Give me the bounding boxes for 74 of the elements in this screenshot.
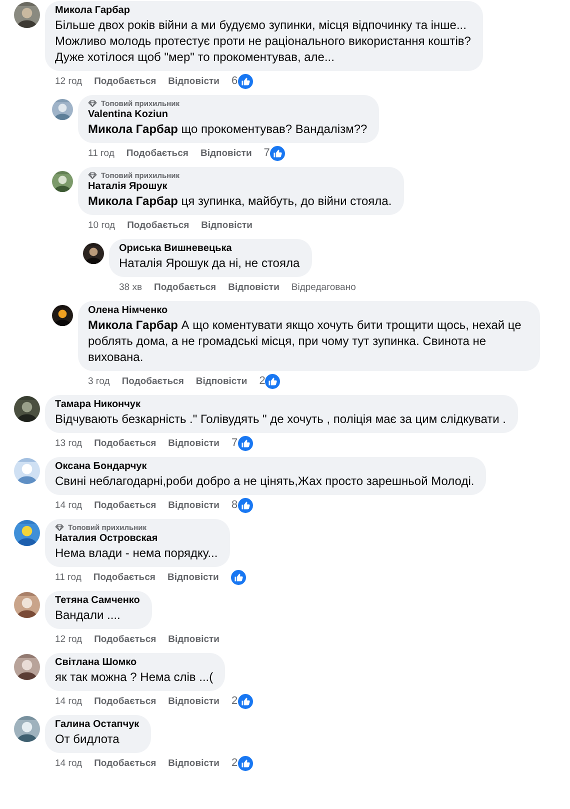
comment-time[interactable]: 14 год xyxy=(55,758,82,768)
like-link[interactable]: Подобається xyxy=(126,148,188,158)
reply-link[interactable]: Відповісти xyxy=(168,500,220,510)
comment-text: як так можна ? Нема слів ...( xyxy=(55,669,214,685)
reaction-count[interactable]: 2 xyxy=(231,757,238,769)
comment-time[interactable]: 12 год xyxy=(55,76,82,86)
comment-time[interactable]: 10 год xyxy=(88,220,116,230)
reaction-count[interactable]: 8 xyxy=(231,499,238,511)
thumbs-up-icon[interactable] xyxy=(238,74,253,88)
comment-time[interactable]: 11 год xyxy=(88,148,114,158)
author-name[interactable]: Олена Німченко xyxy=(88,305,528,316)
comment-text: Микола Гарбар А що коментувати якщо хочуть бити трощити щось, нехай це роблять дома, а не громадські місця, при чому тут зупинка. Свинота не вихована. xyxy=(88,317,522,365)
reply-link[interactable]: Відповісти xyxy=(168,634,220,644)
diamond-icon xyxy=(88,172,97,179)
thumbs-up-icon[interactable] xyxy=(238,756,253,770)
comment-time[interactable]: 12 год xyxy=(55,634,82,644)
comment-text: Більше двох років війни а ми будуємо зупинки, місця відпочинку та інше... Можливо молодь протестує проти не раціонального використання коштів? Дуже хотілося щоб "мер" то прокоментував, але... xyxy=(55,17,471,65)
comment-text: Вандали .... xyxy=(55,607,122,623)
comment-text: Свині неблагодарні,роби добро а не цінять,Жах просто зарешньой Молоді. xyxy=(55,473,474,489)
thumbs-up-icon[interactable] xyxy=(265,374,280,388)
comment-text: Микола Гарбар ця зупинка, майбуть, до війни стояла. xyxy=(88,193,392,209)
author-name[interactable]: Наталия Островская xyxy=(55,533,218,544)
reply-link[interactable]: Відповісти xyxy=(168,76,220,86)
like-link[interactable]: Подобається xyxy=(94,438,156,448)
like-link[interactable]: Подобається xyxy=(94,76,156,86)
comment-time[interactable]: 3 год xyxy=(88,376,110,386)
reaction-count[interactable]: 7 xyxy=(264,147,270,159)
comment-text: Відчувають безкарність ." Голівудять " де хочуть , поліція має за цим слідкувати . xyxy=(55,411,506,427)
comment-time[interactable]: 38 хв xyxy=(119,282,142,292)
author-name[interactable]: Галина Остапчук xyxy=(55,719,140,730)
comment-text: Нема влади - нема порядку... xyxy=(55,545,218,561)
comment-text: От бидлота xyxy=(55,731,120,747)
reaction-count[interactable]: 7 xyxy=(231,437,238,449)
reply-link[interactable]: Відповісти xyxy=(168,438,220,448)
reaction-count[interactable]: 6 xyxy=(231,75,238,87)
author-name[interactable]: Valentina Koziun xyxy=(88,109,368,120)
comment-time[interactable]: 13 год xyxy=(55,438,82,448)
like-link[interactable]: Подобається xyxy=(94,758,156,768)
thumbs-up-icon[interactable] xyxy=(238,498,253,512)
thumbs-up-icon[interactable] xyxy=(238,436,253,450)
edited-label: Відредаговано xyxy=(291,282,356,292)
reply-link[interactable]: Відповісти xyxy=(201,220,252,230)
reply-link[interactable]: Відповісти xyxy=(168,696,220,706)
author-name[interactable]: Тетяна Самченко xyxy=(55,595,140,606)
like-link[interactable]: Подобається xyxy=(94,500,156,510)
reply-link[interactable]: Відповісти xyxy=(168,758,220,768)
diamond-icon xyxy=(55,524,64,531)
reply-link[interactable]: Відповісти xyxy=(196,376,248,386)
diamond-icon xyxy=(88,100,97,107)
comment-time[interactable]: 14 год xyxy=(55,500,82,510)
comment-time[interactable]: 11 год xyxy=(55,572,82,582)
thumbs-up-icon[interactable] xyxy=(230,570,246,584)
like-link[interactable]: Подобається xyxy=(127,220,190,230)
comment-time[interactable]: 14 год xyxy=(55,696,82,706)
author-name[interactable]: Оксана Бондарчук xyxy=(55,461,474,472)
reply-link[interactable]: Відповісти xyxy=(228,282,280,292)
author-name[interactable]: Ориська Вишневецька xyxy=(119,243,300,254)
like-link[interactable]: Подобається xyxy=(122,376,184,386)
thumbs-up-icon[interactable] xyxy=(270,146,285,160)
reaction-count[interactable]: 2 xyxy=(231,695,238,707)
author-name[interactable]: Світлана Шомко xyxy=(55,657,214,668)
like-link[interactable]: Подобається xyxy=(94,634,156,644)
author-name[interactable]: Наталія Ярошук xyxy=(88,181,392,192)
author-name[interactable]: Тамара Никончук xyxy=(55,399,506,410)
like-link[interactable]: Подобається xyxy=(93,572,156,582)
like-link[interactable]: Подобається xyxy=(154,282,216,292)
like-link[interactable]: Подобається xyxy=(94,696,156,706)
reply-link[interactable]: Відповісти xyxy=(200,148,252,158)
reaction-count[interactable]: 2 xyxy=(259,375,266,387)
reply-link[interactable]: Відповісти xyxy=(167,572,219,582)
author-name[interactable]: Микола Гарбар xyxy=(55,5,471,16)
comment-text: Наталія Ярошук да ні, не стояла xyxy=(119,255,300,271)
comment-text: Микола Гарбар що прокоментував? Вандалізм?? xyxy=(88,121,368,137)
thumbs-up-icon[interactable] xyxy=(238,694,253,708)
